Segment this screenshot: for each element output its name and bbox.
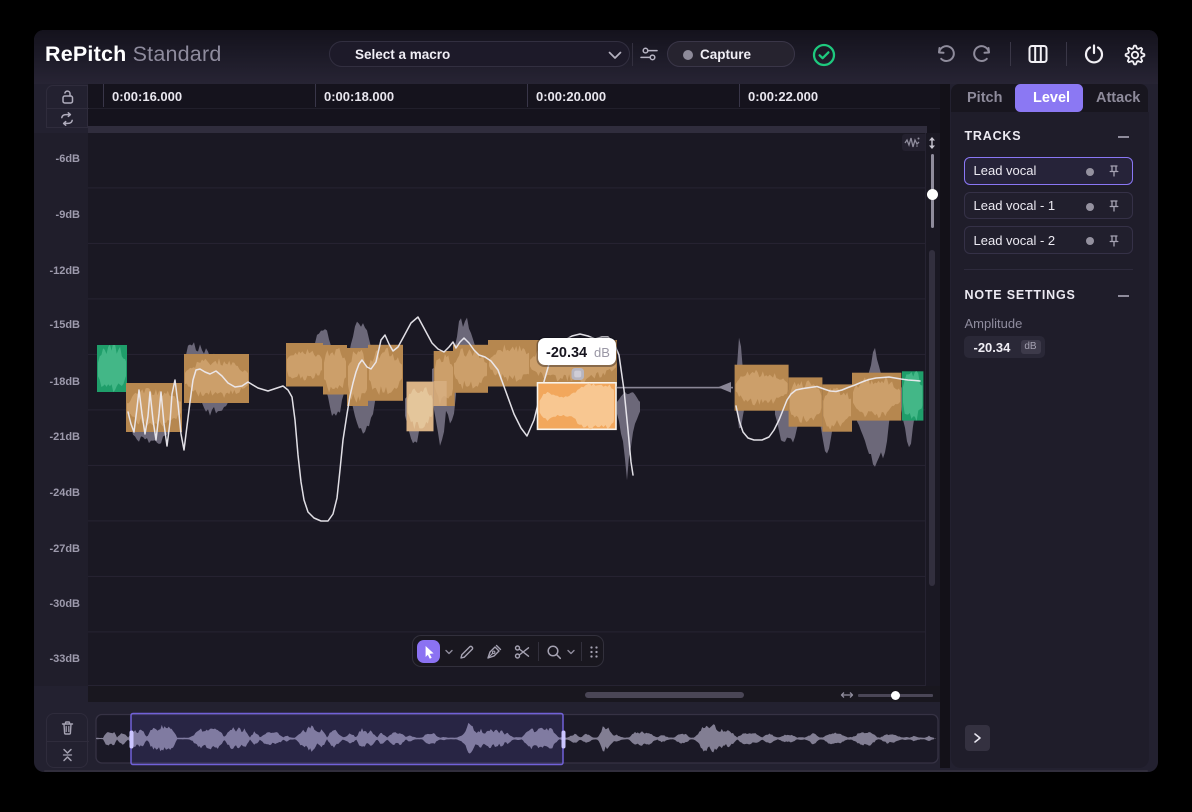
svg-text:-20.34: -20.34 bbox=[546, 345, 587, 361]
svg-text:dB: dB bbox=[594, 345, 610, 360]
